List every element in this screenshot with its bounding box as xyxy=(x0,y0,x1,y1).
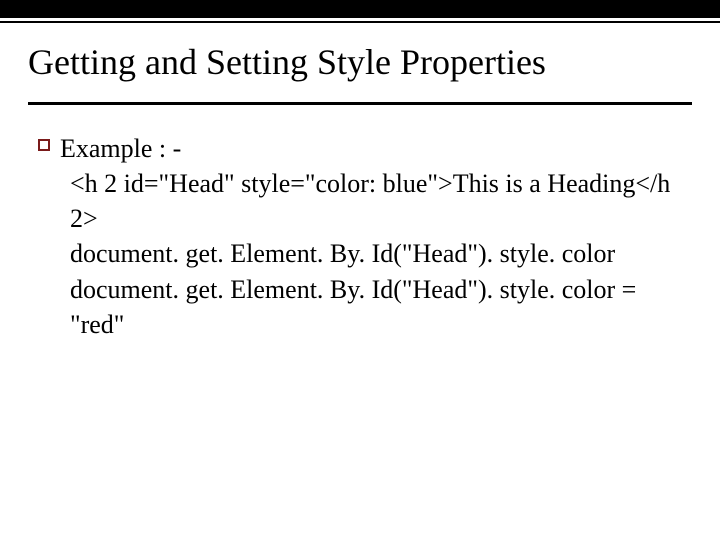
code-line-1: <h 2 id="Head" style="color: blue">This … xyxy=(70,166,680,236)
bullet-item: Example : - <h 2 id="Head" style="color:… xyxy=(60,131,680,342)
slide-top-bar xyxy=(0,0,720,18)
title-area: Getting and Setting Style Properties xyxy=(0,23,720,94)
content-area: Example : - <h 2 id="Head" style="color:… xyxy=(0,105,720,342)
example-label: Example : - xyxy=(60,131,680,166)
slide-title: Getting and Setting Style Properties xyxy=(28,41,692,84)
code-line-2: document. get. Element. By. Id("Head"). … xyxy=(70,236,680,271)
code-line-3: document. get. Element. By. Id("Head"). … xyxy=(70,272,680,342)
square-bullet-icon xyxy=(38,139,50,151)
